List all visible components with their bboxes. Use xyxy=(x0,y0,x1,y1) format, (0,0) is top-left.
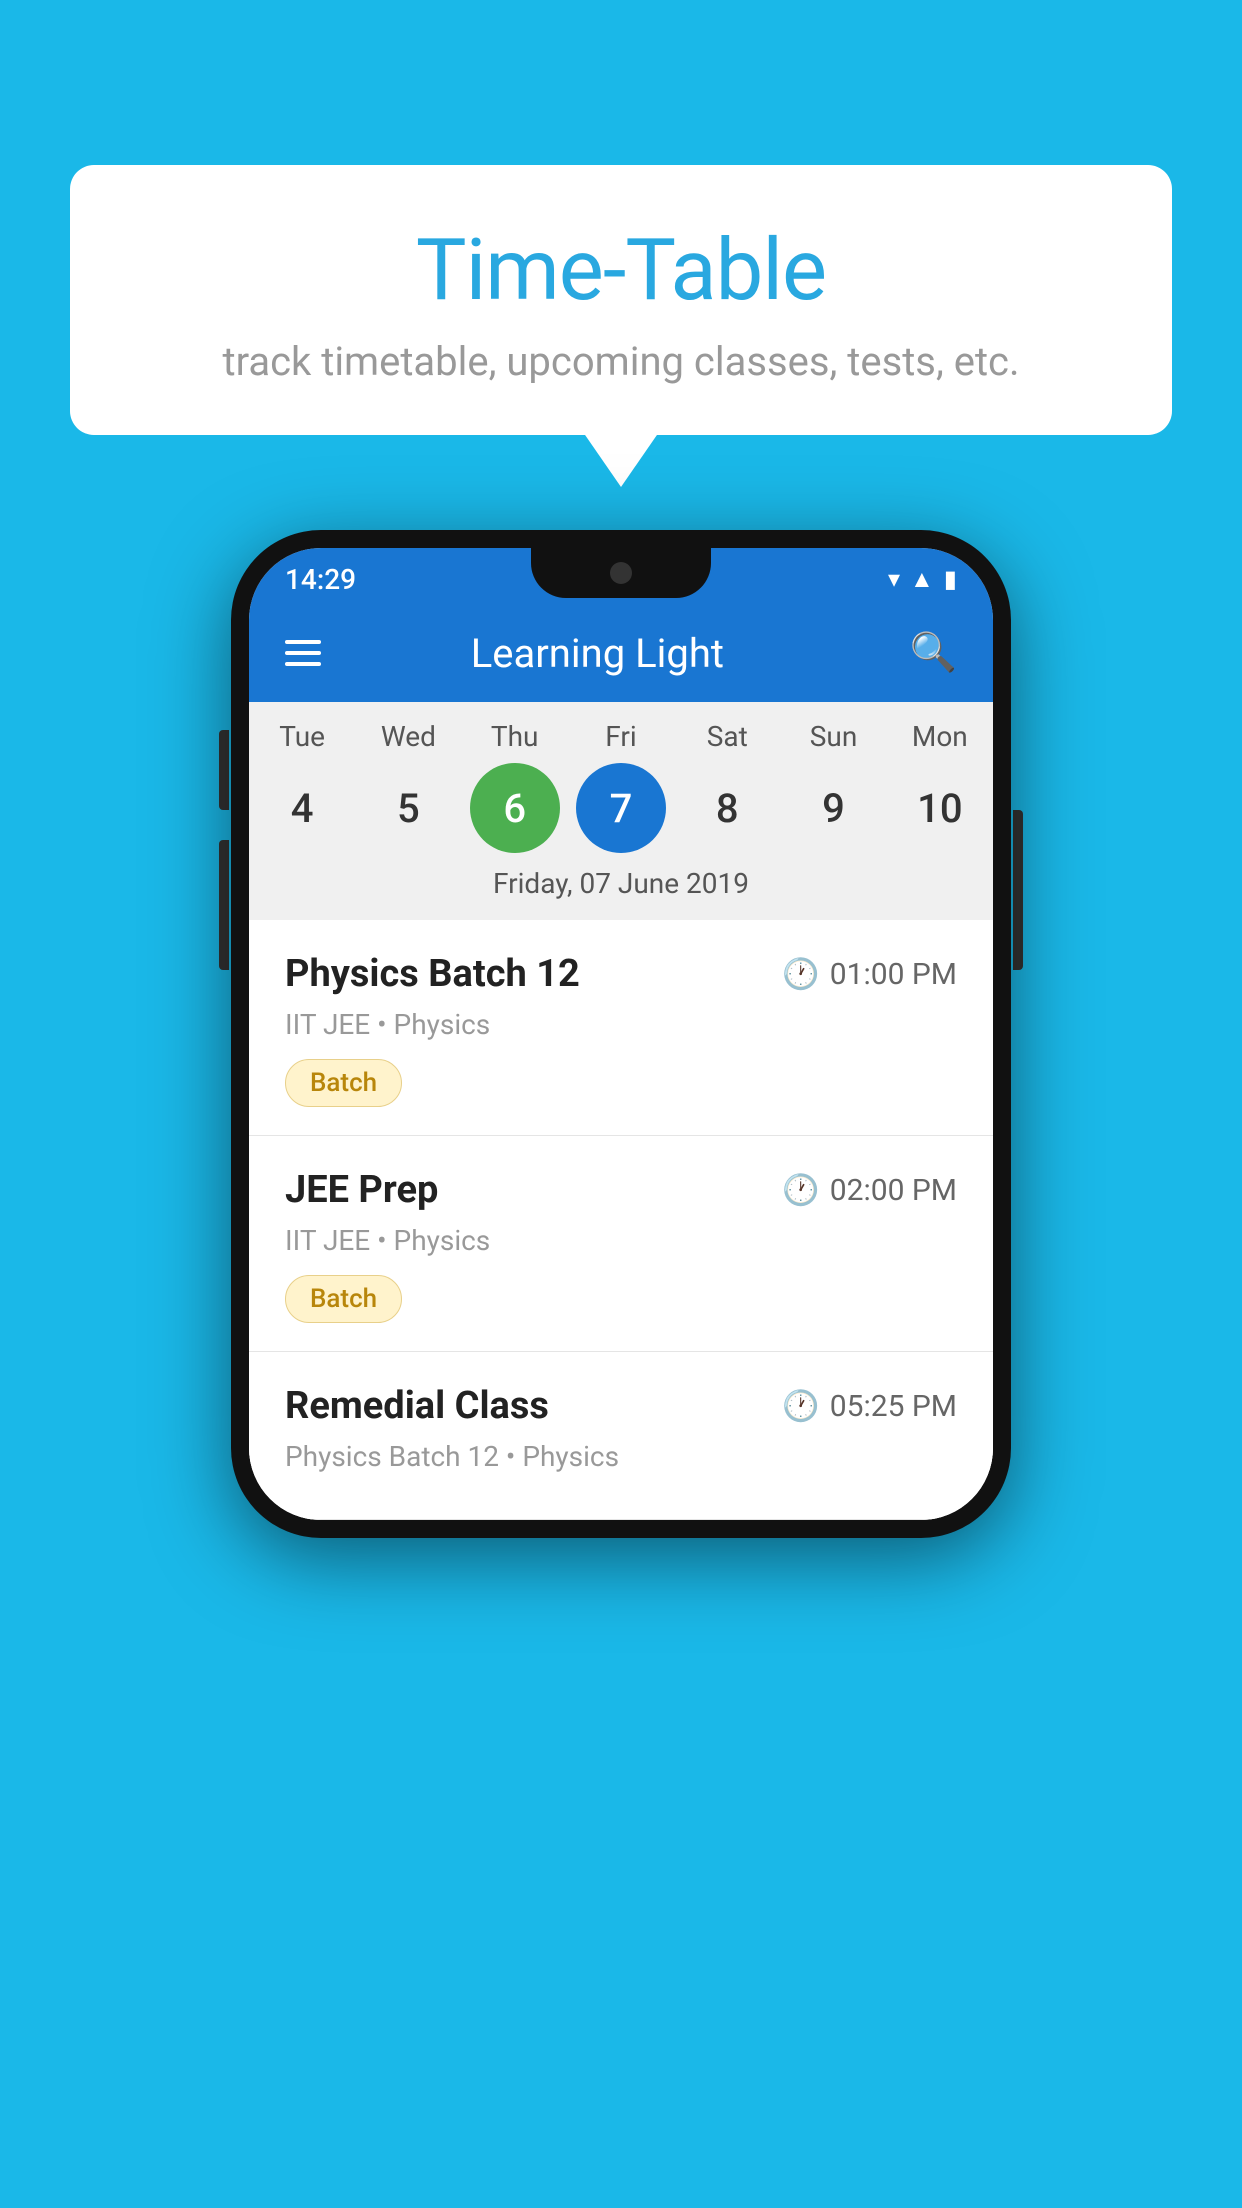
schedule-item-1-header: Physics Batch 12 🕐 01:00 PM xyxy=(285,952,957,996)
schedule-item-1[interactable]: Physics Batch 12 🕐 01:00 PM IIT JEE • Ph… xyxy=(249,920,993,1136)
schedule-item-1-time: 🕐 01:00 PM xyxy=(782,957,957,992)
schedule-item-2-time-value: 02:00 PM xyxy=(830,1173,957,1208)
week-days-row: Tue Wed Thu Fri Sat Sun Mon xyxy=(249,720,993,753)
wifi-icon: ▾ xyxy=(888,565,900,593)
date-6-today[interactable]: 6 xyxy=(470,763,560,853)
schedule-item-3-time: 🕐 05:25 PM xyxy=(782,1389,957,1424)
phone-mockup: 14:29 ▾ ▲ ▮ Learning Light 🔍 xyxy=(231,530,1011,1538)
calendar-strip: Tue Wed Thu Fri Sat Sun Mon 4 5 6 7 8 9 … xyxy=(249,702,993,920)
selected-date-label: Friday, 07 June 2019 xyxy=(249,867,993,908)
hamburger-line xyxy=(285,640,321,644)
day-label-sun: Sun xyxy=(789,720,879,753)
hamburger-line xyxy=(285,651,321,655)
schedule-item-1-tag: Batch xyxy=(285,1059,402,1107)
day-label-fri: Fri xyxy=(576,720,666,753)
date-10[interactable]: 10 xyxy=(895,763,985,853)
day-label-wed: Wed xyxy=(363,720,453,753)
schedule-item-3[interactable]: Remedial Class 🕐 05:25 PM Physics Batch … xyxy=(249,1352,993,1520)
schedule-item-2-title: JEE Prep xyxy=(285,1168,438,1212)
schedule-list: Physics Batch 12 🕐 01:00 PM IIT JEE • Ph… xyxy=(249,920,993,1520)
bubble-title: Time-Table xyxy=(120,220,1122,320)
phone-outer: 14:29 ▾ ▲ ▮ Learning Light 🔍 xyxy=(231,530,1011,1538)
day-label-tue: Tue xyxy=(257,720,347,753)
schedule-item-1-title: Physics Batch 12 xyxy=(285,952,580,996)
schedule-item-2[interactable]: JEE Prep 🕐 02:00 PM IIT JEE • Physics Ba… xyxy=(249,1136,993,1352)
bubble-subtitle: track timetable, upcoming classes, tests… xyxy=(120,338,1122,385)
schedule-item-1-time-value: 01:00 PM xyxy=(830,957,957,992)
schedule-item-2-tag: Batch xyxy=(285,1275,402,1323)
battery-icon: ▮ xyxy=(944,565,957,593)
status-time: 14:29 xyxy=(285,563,356,596)
search-icon[interactable]: 🔍 xyxy=(910,631,957,675)
day-label-thu: Thu xyxy=(470,720,560,753)
schedule-item-3-title: Remedial Class xyxy=(285,1384,549,1428)
schedule-item-2-time: 🕐 02:00 PM xyxy=(782,1173,957,1208)
clock-icon-1: 🕐 xyxy=(782,957,819,992)
hamburger-line xyxy=(285,662,321,666)
signal-icon: ▲ xyxy=(910,565,934,594)
schedule-item-2-header: JEE Prep 🕐 02:00 PM xyxy=(285,1168,957,1212)
day-label-mon: Mon xyxy=(895,720,985,753)
schedule-item-1-subtitle: IIT JEE • Physics xyxy=(285,1008,957,1041)
app-bar: Learning Light 🔍 xyxy=(249,604,993,702)
volume-down-button xyxy=(219,840,229,970)
date-4[interactable]: 4 xyxy=(257,763,347,853)
phone-notch xyxy=(531,548,711,598)
schedule-item-3-subtitle: Physics Batch 12 • Physics xyxy=(285,1440,957,1473)
menu-button[interactable] xyxy=(285,640,321,666)
date-8[interactable]: 8 xyxy=(682,763,772,853)
front-camera xyxy=(610,562,632,584)
schedule-item-3-time-value: 05:25 PM xyxy=(830,1389,957,1424)
clock-icon-2: 🕐 xyxy=(782,1173,819,1208)
app-title: Learning Light xyxy=(351,630,880,677)
schedule-item-2-subtitle: IIT JEE • Physics xyxy=(285,1224,957,1257)
power-button xyxy=(1013,810,1023,970)
date-5[interactable]: 5 xyxy=(363,763,453,853)
day-label-sat: Sat xyxy=(682,720,772,753)
phone-screen: 14:29 ▾ ▲ ▮ Learning Light 🔍 xyxy=(249,548,993,1520)
volume-up-button xyxy=(219,730,229,810)
speech-bubble: Time-Table track timetable, upcoming cla… xyxy=(70,165,1172,435)
schedule-item-3-header: Remedial Class 🕐 05:25 PM xyxy=(285,1384,957,1428)
clock-icon-3: 🕐 xyxy=(782,1389,819,1424)
date-7-selected[interactable]: 7 xyxy=(576,763,666,853)
status-icons: ▾ ▲ ▮ xyxy=(888,565,957,594)
date-9[interactable]: 9 xyxy=(789,763,879,853)
week-dates-row: 4 5 6 7 8 9 10 xyxy=(249,763,993,853)
